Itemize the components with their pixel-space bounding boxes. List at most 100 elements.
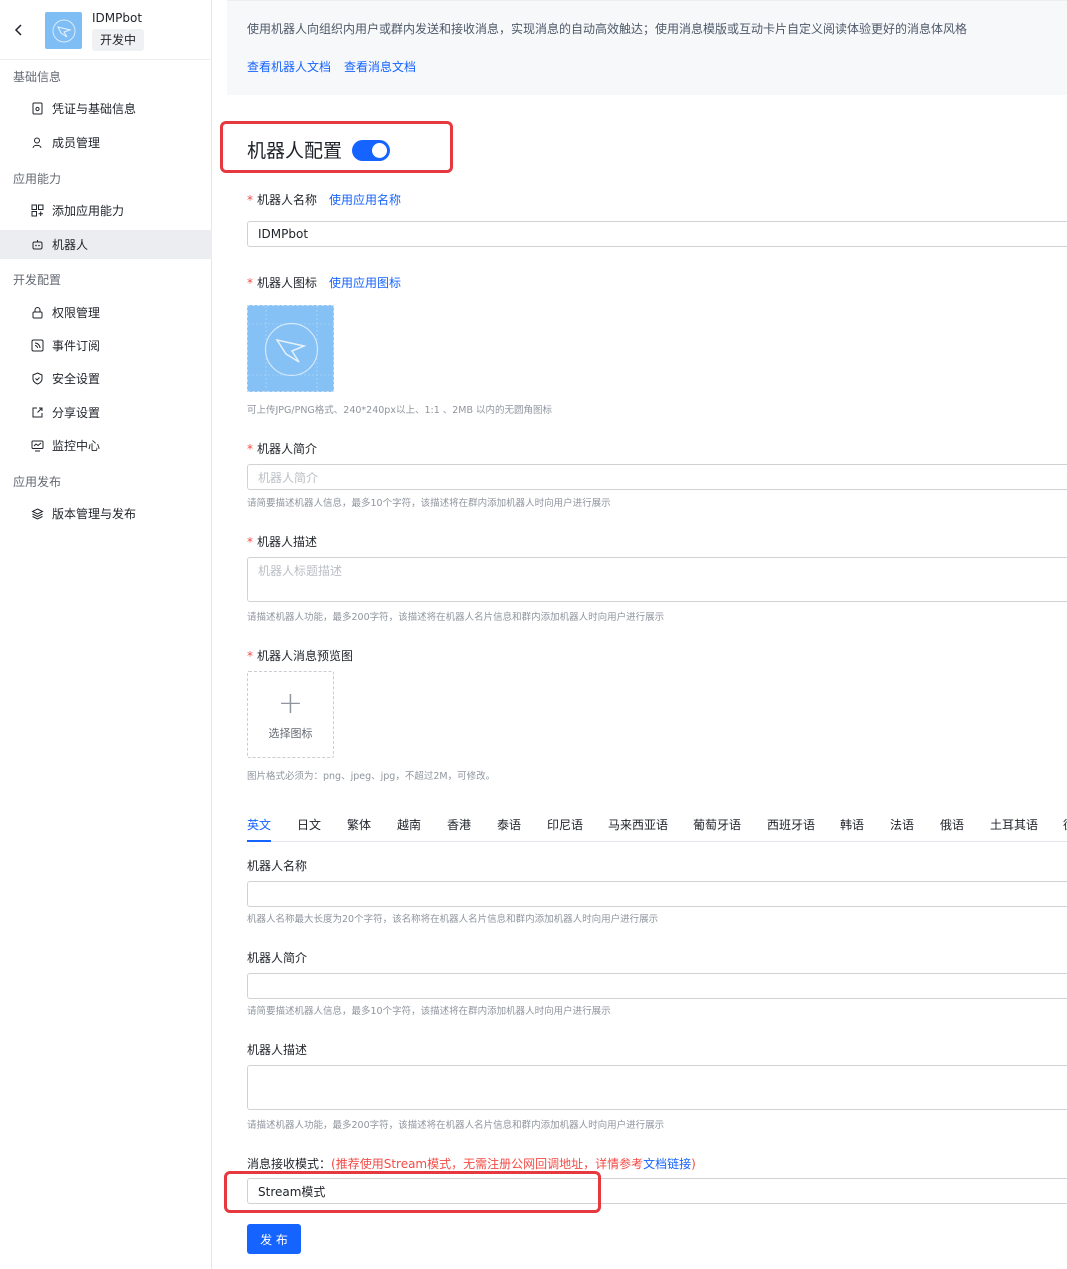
share-icon <box>30 406 44 420</box>
lock-icon <box>30 306 44 320</box>
rss-icon <box>30 339 44 353</box>
sidebar-item-credentials[interactable]: 凭证与基础信息 <box>0 94 212 123</box>
mode-doc-link[interactable]: 文档链接 <box>643 1157 691 1171</box>
highlight-box-mode <box>224 1171 601 1213</box>
label-text: 机器人描述 <box>257 535 318 549</box>
app-logo <box>45 12 82 49</box>
group-title-release: 应用发布 <box>13 475 62 489</box>
lang-desc-label: 机器人描述 <box>247 1043 308 1057</box>
tab-id[interactable]: 印尼语 <box>547 816 583 833</box>
robot-name-input[interactable]: IDMPbot <box>247 221 1067 247</box>
tab-hk[interactable]: 香港 <box>447 816 471 833</box>
active-tab-indicator <box>247 840 271 842</box>
robot-preview-label: * 机器人消息预览图 <box>247 647 353 664</box>
sidebar-item-label: 安全设置 <box>52 372 101 386</box>
mode-recommend-note: 推荐使用Stream模式，无需注册公网回调地址，详情参考 <box>335 1157 644 1171</box>
tab-pt[interactable]: 葡萄牙语 <box>693 816 741 833</box>
required-mark: * <box>247 649 253 663</box>
message-mode-label: 消息接收模式：(推荐使用Stream模式，无需注册公网回调地址，详情参考文档链接… <box>247 1155 696 1172</box>
tab-zh-hant[interactable]: 繁体 <box>347 816 371 833</box>
sidebar-item-label: 机器人 <box>52 238 89 252</box>
group-title-basic: 基础信息 <box>13 70 62 84</box>
preview-upload-button[interactable]: + 选择图标 <box>247 671 334 758</box>
tab-en[interactable]: 英文 <box>247 816 271 833</box>
sidebar-item-security[interactable]: 安全设置 <box>0 364 212 393</box>
tab-ko[interactable]: 韩语 <box>840 816 864 833</box>
required-mark: * <box>247 193 253 207</box>
sidebar-item-add-capability[interactable]: 添加应用能力 <box>0 196 212 225</box>
robot-desc-hint: 请描述机器人功能，最多200字符，该描述将在机器人名片信息和群内添加机器人时向用… <box>247 612 665 623</box>
tab-ru[interactable]: 俄语 <box>940 816 964 833</box>
robot-name-label: * 机器人名称 使用应用名称 <box>247 191 401 208</box>
publish-button[interactable]: 发 布 <box>247 1224 301 1254</box>
sidebar-item-label: 凭证与基础信息 <box>52 102 137 116</box>
label-text: 机器人消息预览图 <box>257 649 354 663</box>
sidebar-item-label: 监控中心 <box>52 439 101 453</box>
apps-icon <box>30 204 44 218</box>
sidebar-item-versions[interactable]: 版本管理与发布 <box>0 499 212 528</box>
robot-intro-input[interactable]: 机器人简介 <box>247 464 1067 490</box>
sidebar-item-events[interactable]: 事件订阅 <box>0 331 212 360</box>
use-app-icon-link[interactable]: 使用应用图标 <box>329 276 401 290</box>
group-title-capabilities: 应用能力 <box>13 172 62 186</box>
mode-label-text: 消息接收模式： <box>247 1157 332 1171</box>
robot-icon-label: * 机器人图标 使用应用图标 <box>247 274 401 291</box>
sidebar-item-robot[interactable]: 机器人 <box>0 230 212 259</box>
sidebar-item-members[interactable]: 成员管理 <box>0 128 212 157</box>
credential-icon <box>30 102 44 116</box>
message-docs-link[interactable]: 查看消息文档 <box>344 58 416 75</box>
app-status-badge: 开发中 <box>92 29 145 51</box>
robot-icon-hint: 可上传JPG/PNG格式、240*240px以上、1:1 、2MB 以内的无圆角… <box>247 405 553 416</box>
group-title-dev: 开发配置 <box>13 273 62 287</box>
label-text: 机器人简介 <box>257 442 318 456</box>
language-tabs: 英文 日文 繁体 越南 香港 泰语 印尼语 马来西亚语 葡萄牙语 西班牙语 韩语… <box>247 812 1067 842</box>
robot-docs-link[interactable]: 查看机器人文档 <box>247 58 331 75</box>
monitor-icon <box>30 439 44 453</box>
robot-desc-label: * 机器人描述 <box>247 533 317 550</box>
tab-de[interactable]: 德 <box>1063 816 1067 833</box>
tab-ms[interactable]: 马来西亚语 <box>608 816 668 833</box>
sidebar-item-share[interactable]: 分享设置 <box>0 398 212 427</box>
tab-tr[interactable]: 土耳其语 <box>990 816 1038 833</box>
highlight-box-title <box>220 121 453 173</box>
mode-note-close: ) <box>691 1157 696 1171</box>
sidebar-item-monitor[interactable]: 监控中心 <box>0 431 212 460</box>
app-header: IDMPbot 开发中 <box>0 0 212 60</box>
back-arrow-icon[interactable] <box>12 22 26 38</box>
use-app-name-link[interactable]: 使用应用名称 <box>329 193 401 207</box>
lang-intro-hint: 请简要描述机器人信息，最多10个字符，该描述将在群内添加机器人时向用户进行展示 <box>247 1006 611 1017</box>
intro-description: 使用机器人向组织内用户或群内发送和接收消息，实现消息的自动高效触达；使用消息模版… <box>247 22 968 36</box>
label-text: 机器人名称 <box>257 193 318 207</box>
lang-name-hint: 机器人名称最大长度为20个字符，该名称将在机器人名片信息和群内添加机器人时向用户… <box>247 914 659 925</box>
required-mark: * <box>247 442 253 456</box>
sidebar-item-label: 事件订阅 <box>52 339 101 353</box>
preview-hint: 图片格式必须为：png、jpeg、jpg，不超过2M，可修改。 <box>247 771 496 782</box>
required-mark: * <box>247 276 253 290</box>
app-name: IDMPbot <box>92 11 143 25</box>
sidebar-item-label: 权限管理 <box>52 306 101 320</box>
upload-label: 选择图标 <box>268 726 313 740</box>
robot-desc-textarea[interactable]: 机器人标题描述 <box>247 557 1067 602</box>
main-content: 使用机器人向组织内用户或群内发送和接收消息，实现消息的自动高效触达；使用消息模版… <box>213 0 1067 1269</box>
tab-fr[interactable]: 法语 <box>890 816 914 833</box>
robot-icon <box>30 238 44 252</box>
lang-intro-input[interactable] <box>247 973 1067 999</box>
robot-intro-label: * 机器人简介 <box>247 440 317 457</box>
shield-icon <box>30 372 44 386</box>
sidebar: IDMPbot 开发中 基础信息 凭证与基础信息 成员管理 应用能力 添加应用能… <box>0 0 212 1269</box>
tab-ja[interactable]: 日文 <box>297 816 321 833</box>
sidebar-item-permissions[interactable]: 权限管理 <box>0 298 212 327</box>
lang-desc-textarea[interactable] <box>247 1065 1067 1110</box>
tab-th[interactable]: 泰语 <box>497 816 521 833</box>
tab-es[interactable]: 西班牙语 <box>767 816 815 833</box>
tab-vi[interactable]: 越南 <box>397 816 421 833</box>
lang-desc-hint: 请描述机器人功能，最多200字符，该描述将在机器人名片信息和群内添加机器人时向用… <box>247 1120 665 1131</box>
sidebar-item-label: 分享设置 <box>52 406 101 420</box>
lang-name-input[interactable] <box>247 881 1067 907</box>
label-text: 机器人图标 <box>257 276 318 290</box>
plus-icon: + <box>277 685 304 721</box>
sidebar-item-label: 添加应用能力 <box>52 204 125 218</box>
robot-icon-image[interactable] <box>247 305 335 393</box>
intro-card: 使用机器人向组织内用户或群内发送和接收消息，实现消息的自动高效触达；使用消息模版… <box>227 0 1067 95</box>
sidebar-item-label: 成员管理 <box>52 136 101 150</box>
